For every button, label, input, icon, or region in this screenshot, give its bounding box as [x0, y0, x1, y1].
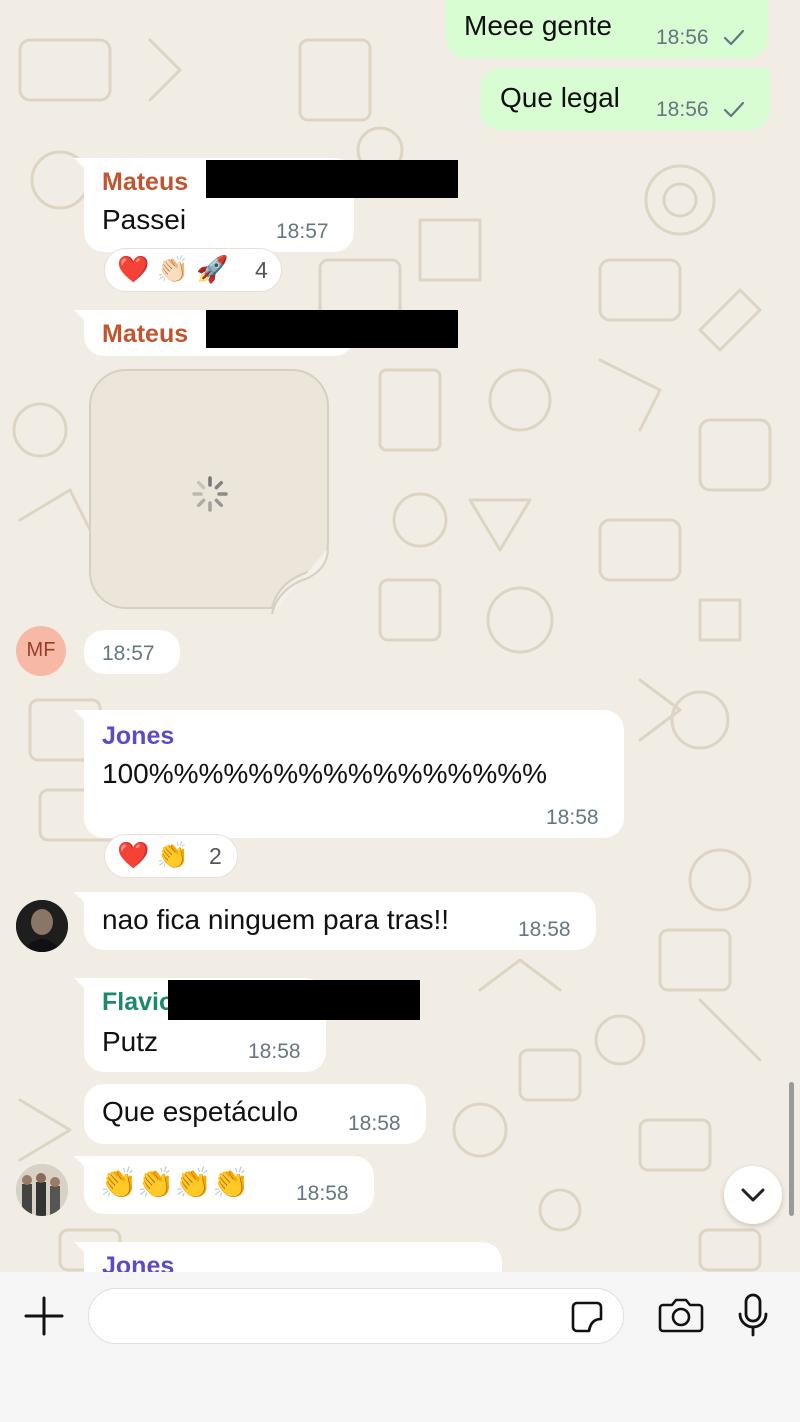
message-time: 18:58: [348, 1112, 401, 1135]
chat-screen: Meee gente 18:56 Que legal 18:56 Mateus …: [0, 0, 800, 1422]
chevron-down-icon: [741, 1188, 765, 1202]
reaction-count: 2: [209, 843, 222, 869]
incoming-message[interactable]: Que espetáculo 18:58: [84, 1084, 426, 1144]
redacted-name: [206, 310, 458, 348]
sender-name: Flavio: [102, 988, 175, 1016]
message-text: 👏👏👏👏: [100, 1167, 250, 1200]
camera-icon[interactable]: [658, 1296, 704, 1334]
outgoing-message[interactable]: Meee gente 18:56: [446, 0, 768, 58]
message-text: Que espetáculo: [102, 1096, 299, 1127]
reaction-count: 4: [255, 257, 268, 283]
scroll-to-bottom-button[interactable]: [724, 1166, 782, 1224]
sender-name: Mateus: [102, 320, 189, 348]
message-time: 18:57: [102, 642, 155, 665]
check-icon: [723, 101, 745, 118]
message-text: Passei: [102, 204, 187, 235]
check-icon: [723, 29, 745, 46]
reaction-emojis: ❤️ 👏: [117, 840, 189, 870]
scrollbar[interactable]: [789, 1082, 794, 1216]
message-input[interactable]: [88, 1288, 624, 1344]
message-time: 18:58: [518, 918, 571, 941]
message-time: 18:57: [276, 220, 329, 243]
sender-name: Mateus: [102, 168, 189, 196]
timestamp-bubble: 18:57: [84, 630, 180, 674]
avatar-photo: [16, 1164, 68, 1216]
message-time: 18:56: [656, 26, 709, 49]
incoming-message[interactable]: nao fica ninguem para tras!! 18:58: [84, 892, 596, 950]
sender-name: Jones: [102, 722, 175, 750]
avatar-photo: [16, 900, 68, 952]
redacted-name: [168, 980, 420, 1020]
message-text: Meee gente: [464, 10, 612, 41]
reactions-bar[interactable]: ❤️ 👏 2: [104, 834, 238, 878]
sticker-icon[interactable]: [569, 1299, 605, 1335]
incoming-message[interactable]: 👏👏👏👏 18:58: [84, 1156, 374, 1214]
avatar-initials: MF: [26, 639, 56, 661]
message-text: Que legal: [500, 82, 620, 113]
microphone-icon[interactable]: [736, 1292, 770, 1338]
message-time: 18:58: [546, 806, 599, 829]
message-text: Putz: [102, 1026, 159, 1057]
plus-icon[interactable]: [22, 1294, 66, 1338]
message-text: 100%%%%%%%%%%%%%%%%: [102, 758, 548, 789]
loading-spinner-icon: [192, 476, 228, 512]
avatar[interactable]: MF: [16, 626, 66, 676]
reaction-emojis: ❤️ 👏🏻 🚀: [117, 254, 229, 284]
redacted-name: [206, 160, 458, 198]
message-time: 18:56: [656, 98, 709, 121]
message-time: 18:58: [296, 1182, 349, 1205]
message-time: 18:58: [248, 1040, 301, 1063]
avatar[interactable]: [16, 900, 68, 952]
reactions-bar[interactable]: ❤️ 👏🏻 🚀 4: [104, 248, 282, 292]
avatar[interactable]: [16, 1164, 68, 1216]
outgoing-message[interactable]: Que legal 18:56: [480, 68, 770, 130]
incoming-message[interactable]: Jones 100%%%%%%%%%%%%%%%% 18:58: [84, 710, 624, 838]
message-text: nao fica ninguem para tras!!: [102, 904, 450, 935]
sticker-placeholder[interactable]: [86, 366, 332, 618]
